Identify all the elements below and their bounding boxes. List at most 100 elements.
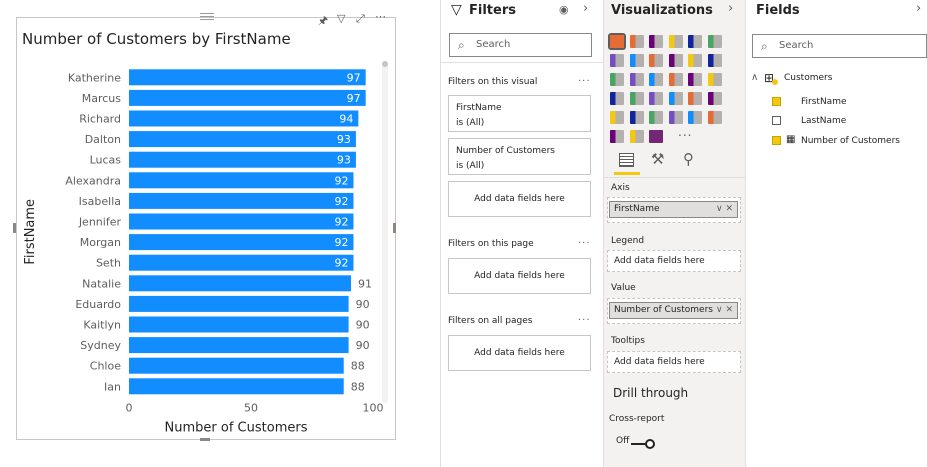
collapse-fields-icon[interactable]: › xyxy=(916,1,921,16)
cross-report-toggle-state: Off xyxy=(616,436,630,446)
drag-handle-icon[interactable] xyxy=(200,13,214,14)
axis-well-label: Axis xyxy=(611,183,630,193)
filter-card-number-of-customers[interactable]: Number of Customers is (All) xyxy=(448,138,591,175)
key-influencers-icon[interactable] xyxy=(688,111,702,124)
line-clustered-icon[interactable] xyxy=(688,54,702,67)
pill-expand-remove-icon[interactable]: ∨ ✕ xyxy=(716,303,733,318)
cross-report-toggle[interactable] xyxy=(631,439,655,449)
filters-pane: ▽ Filters ◉ › ⌕ Search Filters on this v… xyxy=(441,0,604,467)
filter-icon[interactable]: ▽ xyxy=(337,12,345,25)
card-icon[interactable] xyxy=(668,92,683,105)
category-tick-label: Lucas xyxy=(90,154,122,167)
more-options-icon[interactable]: ⋯ xyxy=(375,10,386,23)
stacked-bar-icon[interactable] xyxy=(608,33,626,50)
100-bar-icon[interactable] xyxy=(688,35,702,48)
value-field-name: Number of Customers xyxy=(614,305,713,315)
legend-well[interactable]: Add data fields here xyxy=(607,250,741,272)
line-column-icon[interactable] xyxy=(668,54,683,67)
qa-icon[interactable] xyxy=(610,130,624,143)
chart-title: Number of Customers by FirstName xyxy=(22,30,291,48)
firstname-checkbox[interactable] xyxy=(772,97,781,106)
eye-icon[interactable]: ◉ xyxy=(559,3,569,16)
more-options-icon[interactable]: ... xyxy=(578,312,591,323)
map-icon[interactable] xyxy=(610,92,624,105)
scrollbar-track xyxy=(382,61,388,403)
stacked-column-icon[interactable] xyxy=(629,35,644,48)
gauge-icon[interactable] xyxy=(649,92,663,105)
more-visuals-icon[interactable]: ... xyxy=(678,125,692,139)
bar xyxy=(129,378,344,395)
ribbon-chart-icon[interactable] xyxy=(707,54,722,67)
scrollbar-thumb[interactable] xyxy=(382,61,388,67)
collapse-visualizations-icon[interactable]: › xyxy=(728,1,733,16)
pin-icon[interactable]: 🖈 xyxy=(318,12,328,31)
active-tab-indicator xyxy=(614,172,640,175)
lastname-checkbox[interactable] xyxy=(772,116,781,125)
field-number-of-customers[interactable]: Number of Customers xyxy=(801,136,900,146)
multirow-card-icon[interactable] xyxy=(688,92,702,105)
visualizations-pane: Visualizations › ... ⚒ ⚲ Axis FirstName … xyxy=(604,0,746,467)
clustered-bar-icon[interactable] xyxy=(649,35,663,48)
clustered-column-icon[interactable] xyxy=(668,35,683,48)
scatter-icon[interactable] xyxy=(649,73,663,86)
stacked-area-icon[interactable] xyxy=(649,54,663,67)
table-icon[interactable] xyxy=(629,111,644,124)
value-field-pill[interactable]: Number of Customers ∨ ✕ xyxy=(609,302,738,319)
filter-card-field: Number of Customers xyxy=(456,146,555,156)
filled-map-icon[interactable] xyxy=(629,92,644,105)
tooltips-well-label: Tooltips xyxy=(611,336,645,346)
analytics-magnifier-icon[interactable]: ⚲ xyxy=(683,150,694,168)
pie-chart-icon[interactable] xyxy=(668,73,683,86)
python-visual-icon[interactable] xyxy=(668,111,683,124)
bar xyxy=(129,337,349,354)
fields-tab-icon[interactable] xyxy=(619,153,634,167)
bar xyxy=(129,234,354,251)
bar xyxy=(129,69,366,86)
filter-card-firstname[interactable]: FirstName is (All) xyxy=(448,95,591,132)
kpi-icon[interactable] xyxy=(707,92,722,105)
data-label: 91 xyxy=(358,277,372,290)
category-tick-label: Ian xyxy=(104,380,121,393)
area-chart-icon[interactable] xyxy=(629,54,644,67)
resize-handle-right[interactable] xyxy=(393,223,396,233)
filters-on-visual-label: Filters on this visual xyxy=(448,77,538,87)
axis-field-pill[interactable]: FirstName ∨ ✕ xyxy=(609,201,738,218)
number-of-customers-checkbox[interactable] xyxy=(772,136,781,145)
donut-icon[interactable] xyxy=(688,73,702,86)
tooltips-well[interactable]: Add data fields here xyxy=(607,351,741,373)
100-column-icon[interactable] xyxy=(707,35,722,48)
pill-expand-remove-icon[interactable]: ∨ ✕ xyxy=(716,202,733,217)
collapse-table-icon[interactable]: ∧ xyxy=(751,72,758,83)
fields-title: Fields xyxy=(756,3,800,18)
filters-search-input[interactable]: ⌕ Search xyxy=(449,33,592,57)
slicer-icon[interactable] xyxy=(610,111,624,124)
arcgis-icon[interactable] xyxy=(629,130,644,143)
value-well-label: Value xyxy=(611,283,636,293)
axis-field-name: FirstName xyxy=(614,204,660,214)
funnel-icon[interactable] xyxy=(629,73,644,86)
add-report-filter-drop-zone[interactable]: Add data fields here xyxy=(448,335,591,371)
fields-search-input[interactable]: ⌕ Search xyxy=(752,34,927,58)
line-chart-icon[interactable] xyxy=(610,54,624,67)
field-lastname[interactable]: LastName xyxy=(801,116,846,126)
drill-through-title: Drill through xyxy=(613,386,689,400)
data-label: 97 xyxy=(347,71,361,84)
collapse-filters-icon[interactable]: › xyxy=(583,1,588,16)
treemap-icon[interactable] xyxy=(707,73,722,86)
category-tick-label: Jennifer xyxy=(78,216,122,229)
focus-mode-icon[interactable]: ⤢ xyxy=(356,12,365,26)
x-tick-label: 0 xyxy=(126,402,133,415)
add-visual-filter-drop-zone[interactable]: Add data fields here xyxy=(448,181,591,217)
matrix-icon[interactable] xyxy=(649,111,663,124)
more-options-icon[interactable]: ... xyxy=(578,73,591,84)
add-page-filter-drop-zone[interactable]: Add data fields here xyxy=(448,258,591,294)
bar xyxy=(129,151,356,168)
decomposition-tree-icon[interactable] xyxy=(707,111,722,124)
waterfall-icon[interactable] xyxy=(610,73,624,86)
power-apps-icon[interactable] xyxy=(649,130,663,143)
data-label: 90 xyxy=(356,319,370,332)
table-name[interactable]: Customers xyxy=(784,73,832,83)
format-roller-icon[interactable]: ⚒ xyxy=(651,150,664,168)
more-options-icon[interactable]: ... xyxy=(578,235,591,246)
field-firstname[interactable]: FirstName xyxy=(801,97,847,107)
